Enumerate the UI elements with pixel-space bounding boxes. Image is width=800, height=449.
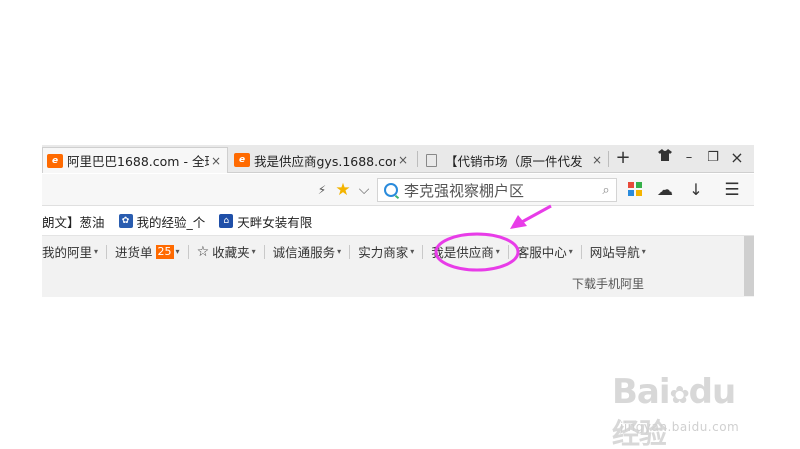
maximize-button[interactable]: ❐	[704, 149, 722, 167]
bookmark-item[interactable]: 朗文】葱油	[42, 212, 105, 231]
search-engine-icon	[384, 183, 398, 197]
new-tab-button[interactable]: +	[614, 149, 632, 167]
nav-divider	[507, 244, 509, 259]
bookmarks-bar: 朗文】葱油 ✿ 我的经验_个 ⌂ 天畔女装有限	[42, 207, 754, 235]
bookmark-label: 天畔女装有限	[237, 214, 313, 230]
bookmark-item[interactable]: ✿ 我的经验_个	[118, 212, 206, 231]
caret-down-icon: ▾	[337, 247, 342, 256]
nav-i-am-supplier[interactable]: 我是供应商 ▾	[431, 242, 508, 261]
download-icon[interactable]: ↓	[687, 181, 705, 199]
scrollbar[interactable]	[744, 236, 754, 296]
tab-dropship-market[interactable]: 【代销市场（原一件代发 ×	[418, 147, 608, 173]
search-box[interactable]: 李克强视察棚户区 ⌕	[377, 178, 617, 202]
lightning-icon[interactable]: ⚡	[314, 181, 330, 199]
document-icon	[426, 153, 437, 167]
tab-title: 阿里巴巴1688.com - 全球	[67, 154, 209, 169]
1688-logo-icon: e	[47, 153, 63, 168]
nav-power-merchants[interactable]: 实力商家 ▾	[358, 242, 422, 261]
nav-divider	[106, 244, 108, 259]
bookmark-item[interactable]: ⌂ 天畔女装有限	[219, 212, 312, 231]
nav-label: 我的阿里	[42, 245, 93, 260]
menu-icon[interactable]: ☰	[722, 181, 742, 199]
nav-divider	[422, 244, 424, 259]
1688-logo-icon: e	[234, 153, 250, 167]
caret-down-icon: ▾	[641, 247, 646, 256]
site-top-nav: 我的阿里 ▾ 进货单 25 ▾ ☆ 收藏夹 ▾ 诚信通服务 ▾ 实力商家 ▾ 我…	[42, 235, 754, 267]
page-header-strip: 下载手机阿里	[42, 267, 754, 297]
paw-icon: ✿	[669, 381, 690, 409]
nav-label: 收藏夹	[212, 245, 250, 260]
apps-grid-icon[interactable]	[628, 182, 642, 196]
star-icon[interactable]: ★	[332, 181, 354, 199]
browser-window: e 阿里巴巴1688.com - 全球 × e 我是供应商gys.1688.co…	[42, 145, 754, 297]
nav-label: 实力商家	[358, 245, 409, 260]
caret-down-icon: ▾	[495, 247, 500, 256]
bookmark-label: 朗文】葱油	[42, 214, 105, 230]
nav-customer-service[interactable]: 客服中心 ▾	[517, 242, 581, 261]
nav-divider	[187, 244, 189, 259]
nav-my-alibaba[interactable]: 我的阿里 ▾	[42, 242, 106, 261]
nav-divider	[349, 244, 351, 259]
caret-down-icon: ▾	[410, 247, 415, 256]
watermark-url: jingyan.baidu.com	[620, 420, 740, 434]
close-icon[interactable]: ×	[590, 153, 604, 167]
caret-down-icon: ▾	[175, 247, 180, 256]
nav-label: 网站导航	[589, 245, 640, 260]
paw-icon: ✿	[118, 214, 133, 228]
search-icon[interactable]: ⌕	[596, 183, 616, 198]
nav-purchase-list[interactable]: 进货单 25 ▾	[115, 242, 188, 261]
nav-label: 我是供应商	[431, 245, 494, 260]
download-mobile-app-link[interactable]: 下载手机阿里	[572, 275, 644, 292]
tab-supplier[interactable]: e 我是供应商gys.1688.com ×	[230, 147, 414, 173]
caret-down-icon: ▾	[251, 247, 256, 256]
caret-down-icon: ▾	[568, 247, 573, 256]
address-toolbar: ⚡ ★ ⌵ 李克强视察棚户区 ⌕ ☁ ↓ ☰	[42, 174, 754, 206]
count-badge: 25	[155, 244, 174, 259]
nav-trustpass-service[interactable]: 诚信通服务 ▾	[273, 242, 350, 261]
window-close-button[interactable]: ×	[728, 149, 746, 167]
tab-1688-home[interactable]: e 阿里巴巴1688.com - 全球 ×	[42, 147, 228, 173]
nav-divider	[263, 244, 265, 259]
caret-down-icon: ▾	[94, 247, 99, 256]
close-icon[interactable]: ×	[209, 154, 223, 168]
star-outline-icon: ☆	[196, 243, 210, 260]
nav-favorites[interactable]: ☆ 收藏夹 ▾	[197, 242, 264, 261]
baidu-jingyan-watermark: Bai✿du经验 jingyan.baidu.com	[612, 372, 762, 449]
skin-button[interactable]	[656, 149, 674, 167]
nav-site-map[interactable]: 网站导航 ▾	[590, 242, 654, 261]
search-input[interactable]: 李克强视察棚户区	[404, 180, 596, 201]
nav-label: 进货单	[115, 245, 153, 260]
nav-divider	[580, 244, 582, 259]
tab-bar: e 阿里巴巴1688.com - 全球 × e 我是供应商gys.1688.co…	[42, 145, 754, 173]
chevron-down-icon[interactable]: ⌵	[356, 181, 372, 199]
tab-divider	[608, 151, 609, 167]
nav-label: 诚信通服务	[272, 245, 336, 260]
cloud-icon[interactable]: ☁	[656, 181, 674, 199]
close-icon[interactable]: ×	[396, 153, 410, 167]
tab-title: 我是供应商gys.1688.com	[254, 153, 396, 169]
minimize-button[interactable]: –	[680, 149, 698, 167]
tab-title: 【代销市场（原一件代发	[445, 153, 583, 169]
watermark-brand: Bai✿du经验	[612, 372, 736, 449]
bookmark-label: 我的经验_个	[136, 214, 206, 230]
shop-icon: ⌂	[219, 214, 234, 228]
shirt-icon	[658, 149, 672, 161]
nav-label: 客服中心	[516, 245, 567, 260]
